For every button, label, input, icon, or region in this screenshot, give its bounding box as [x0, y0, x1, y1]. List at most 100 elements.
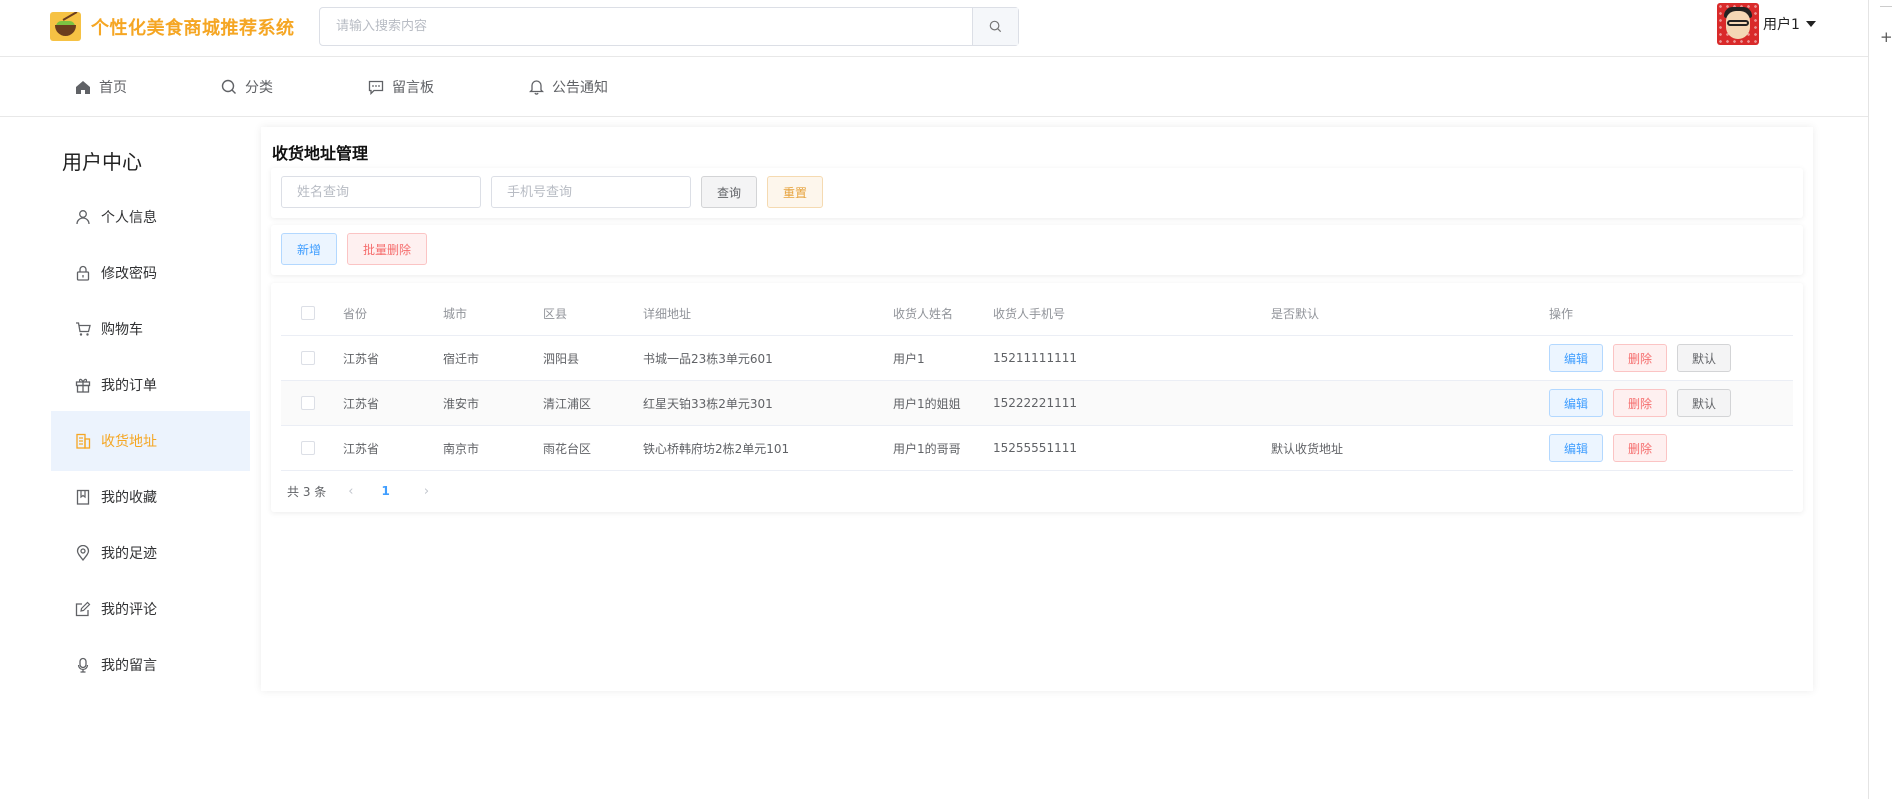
delete-button[interactable]: 删除: [1613, 434, 1668, 462]
search-box: [319, 7, 1019, 46]
total-count: 共 3 条: [287, 484, 327, 499]
nav-item-message-board[interactable]: 留言板: [368, 76, 434, 98]
microphone-icon: [77, 657, 89, 673]
cell-phone: 15222221111: [993, 396, 1077, 410]
edit-button[interactable]: 编辑: [1549, 434, 1604, 462]
reset-button[interactable]: 重置: [767, 176, 823, 208]
sidebar-item-address[interactable]: 收货地址: [51, 411, 250, 471]
lock-icon: [76, 265, 90, 281]
column-header: 收货人姓名: [893, 306, 954, 321]
edit-button[interactable]: 编辑: [1549, 344, 1604, 372]
sidebar-item-profile[interactable]: 个人信息: [51, 187, 250, 247]
cell-city: 南京市: [443, 441, 480, 456]
nav-item-category[interactable]: 分类: [221, 76, 273, 98]
column-header: 收货人手机号: [993, 306, 1066, 321]
user-name: 用户1: [1763, 17, 1800, 33]
add-button[interactable]: 新增: [281, 233, 337, 265]
user-icon: [76, 210, 90, 225]
sidebar-item-label: 我的收藏: [101, 490, 157, 506]
nav-label: 首页: [99, 80, 127, 96]
set-default-button[interactable]: 默认: [1677, 389, 1732, 417]
select-all-checkbox[interactable]: [301, 306, 315, 320]
sidebar-item-password[interactable]: 修改密码: [51, 243, 250, 303]
cell-name: 用户1的哥哥: [893, 441, 961, 456]
building-icon: [76, 433, 91, 449]
filter-card: 查询 重置: [271, 168, 1803, 218]
gift-icon: [75, 378, 91, 393]
top-header: 个性化美食商城推荐系统 用户1: [0, 0, 1868, 57]
main-nav: 首页 分类 留言板 公告通知: [0, 57, 1868, 117]
edit-button[interactable]: 编辑: [1549, 389, 1604, 417]
sidebar-item-label: 修改密码: [101, 266, 157, 282]
phone-search-input[interactable]: [491, 176, 691, 208]
cell-name: 用户1的姐姐: [893, 396, 961, 411]
cell-district: 泗阳县: [543, 351, 580, 366]
sidebar-item-orders[interactable]: 我的订单: [51, 355, 250, 415]
page-number-current[interactable]: 1: [381, 484, 389, 498]
sidebar-item-footprints[interactable]: 我的足迹: [51, 523, 250, 583]
set-default-button[interactable]: 默认: [1677, 344, 1732, 372]
window-edge: [1868, 0, 1869, 799]
cell-address: 铁心桥韩府坊2栋2单元101: [643, 441, 790, 456]
sidebar-item-cart[interactable]: 购物车: [51, 299, 250, 359]
name-search-input[interactable]: [281, 176, 481, 208]
cell-default: 默认收货地址: [1271, 441, 1344, 456]
query-button[interactable]: 查询: [701, 176, 757, 208]
home-icon: [76, 80, 90, 94]
cell-province: 江苏省: [343, 396, 380, 411]
column-header: 城市: [443, 306, 468, 321]
nav-label: 公告通知: [552, 80, 608, 96]
caret-down-icon: [1805, 21, 1816, 27]
cell-phone: 15211111111: [993, 351, 1077, 365]
app-title[interactable]: 个性化美食商城推荐系统: [91, 14, 295, 40]
batch-delete-button[interactable]: 批量删除: [347, 233, 427, 265]
search-button[interactable]: [972, 8, 1018, 45]
cell-province: 江苏省: [343, 441, 380, 456]
cell-city: 宿迁市: [443, 351, 480, 366]
nav-label: 分类: [245, 80, 273, 96]
sidebar-item-label: 我的足迹: [101, 546, 157, 562]
delete-button[interactable]: 删除: [1613, 344, 1668, 372]
cell-city: 淮安市: [443, 396, 480, 411]
user-menu[interactable]: 用户1: [1717, 3, 1816, 45]
nav-item-home[interactable]: 首页: [75, 76, 127, 98]
sidebar-item-label: 购物车: [101, 322, 143, 338]
message-icon: [368, 80, 384, 95]
pagination: 共 3 条 ‹ 1 ›: [287, 481, 429, 501]
cell-name: 用户1: [893, 351, 925, 366]
nav-item-announcements[interactable]: 公告通知: [529, 76, 608, 98]
bell-icon: [529, 80, 544, 95]
next-page-button[interactable]: ›: [424, 484, 429, 499]
row-checkbox[interactable]: [301, 351, 315, 365]
delete-button[interactable]: 删除: [1613, 389, 1668, 417]
row-checkbox[interactable]: [301, 441, 315, 455]
sidebar-item-label: 个人信息: [101, 210, 157, 226]
cart-icon: [76, 322, 91, 336]
cell-address: 书城一品23栋3单元601: [643, 351, 773, 366]
prev-page-button[interactable]: ‹: [348, 484, 353, 499]
action-card: 新增 批量删除: [271, 225, 1803, 275]
edit-icon: [75, 601, 91, 617]
avatar[interactable]: [1717, 3, 1759, 45]
location-icon: [76, 545, 90, 561]
sidebar-item-comments[interactable]: 我的评论: [51, 579, 250, 639]
sidebar-item-favorites[interactable]: 我的收藏: [51, 467, 250, 527]
page-title: 收货地址管理: [272, 144, 369, 163]
table-header-row: 省份 城市 区县 详细地址 收货人姓名 收货人手机号 是否默认 操作: [281, 291, 1793, 336]
food-bowl-logo[interactable]: [50, 12, 81, 41]
sidebar-title: 用户中心: [62, 150, 142, 174]
row-checkbox[interactable]: [301, 396, 315, 410]
cell-district: 清江浦区: [543, 396, 592, 411]
search-input[interactable]: [320, 8, 973, 45]
sidebar-item-label: 我的留言: [101, 658, 157, 674]
address-table: 省份 城市 区县 详细地址 收货人姓名 收货人手机号 是否默认 操作 江苏省 宿…: [281, 291, 1793, 471]
column-header: 省份: [343, 306, 368, 321]
search-icon: [989, 20, 1002, 33]
address-table-card: 省份 城市 区县 详细地址 收货人姓名 收货人手机号 是否默认 操作 江苏省 宿…: [271, 283, 1803, 512]
plus-icon[interactable]: +: [1880, 30, 1893, 45]
sidebar-item-messages[interactable]: 我的留言: [51, 635, 250, 695]
cell-phone: 15255551111: [993, 441, 1077, 455]
column-header: 操作: [1549, 306, 1574, 321]
table-row: 江苏省 南京市 雨花台区 铁心桥韩府坊2栋2单元101 用户1的哥哥 15255…: [281, 426, 1793, 471]
sidebar-item-label: 收货地址: [101, 434, 157, 450]
